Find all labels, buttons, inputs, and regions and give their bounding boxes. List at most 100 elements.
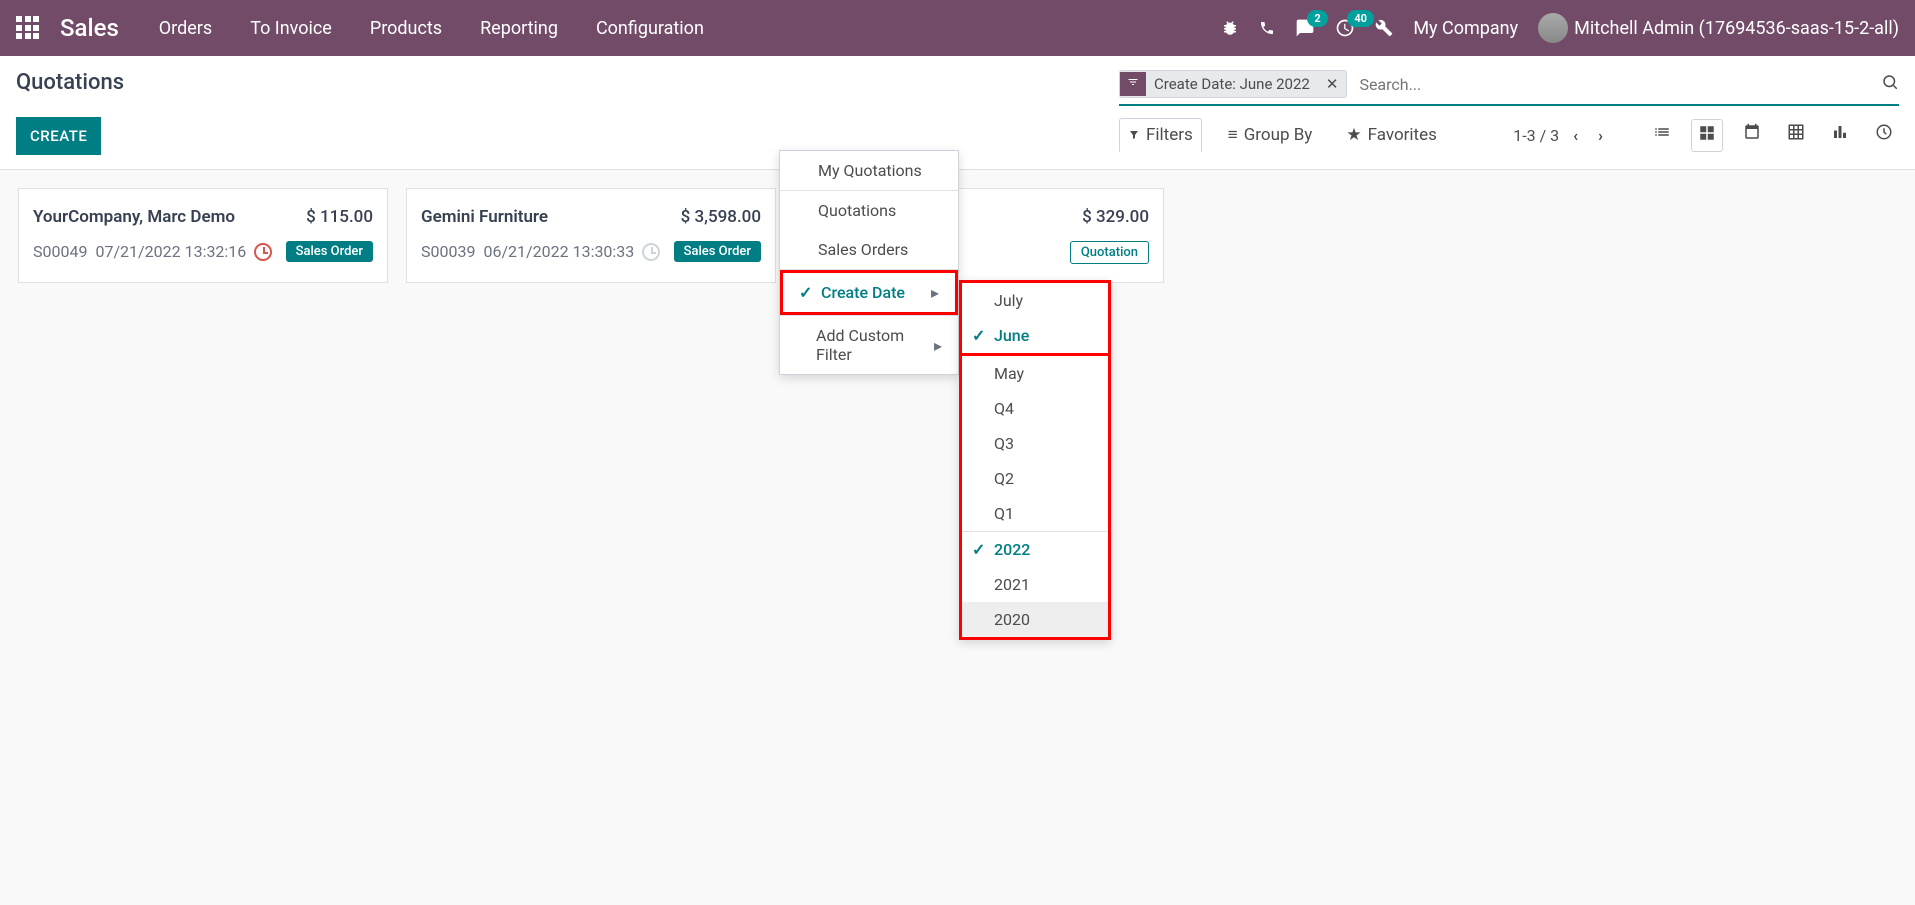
- view-switcher: [1647, 119, 1899, 152]
- check-icon: ✓: [972, 326, 986, 345]
- filters-dropdown-button[interactable]: Filters: [1119, 118, 1202, 152]
- groupby-dropdown-button[interactable]: ≡ Group By: [1220, 119, 1321, 151]
- quarter-label: Q2: [994, 469, 1014, 488]
- phone-icon[interactable]: [1259, 20, 1275, 36]
- graph-view-icon[interactable]: [1825, 119, 1855, 152]
- filter-label: Quotations: [818, 201, 896, 220]
- card-date: 07/21/2022 13:32:16: [95, 242, 246, 261]
- filter-tag-text: Create Date: June 2022: [1146, 71, 1318, 97]
- control-row: Filters ≡ Group By ★ Favorites 1-3 / 3 ‹…: [1119, 118, 1899, 152]
- clock-icon: [254, 243, 272, 261]
- year-label: 2022: [994, 540, 1030, 559]
- month-june[interactable]: ✓ June: [962, 318, 1108, 356]
- month-label: July: [994, 291, 1023, 310]
- month-label: May: [994, 364, 1024, 383]
- search-icon[interactable]: [1881, 73, 1899, 96]
- nav-right: 2 40 My Company Mitchell Admin (17694536…: [1221, 13, 1899, 43]
- filter-label: Sales Orders: [818, 240, 908, 259]
- calendar-view-icon[interactable]: [1737, 119, 1767, 152]
- apps-icon[interactable]: [16, 16, 40, 40]
- quarter-q1[interactable]: Q1: [962, 496, 1108, 531]
- quarter-q4[interactable]: Q4: [962, 391, 1108, 426]
- filter-create-date[interactable]: ✓ Create Date ▸: [780, 270, 958, 315]
- list-view-icon[interactable]: [1647, 119, 1677, 152]
- filter-icon: [1120, 72, 1146, 96]
- app-title: Sales: [60, 14, 119, 42]
- status-tag: Sales Order: [674, 241, 761, 262]
- month-may[interactable]: May: [962, 356, 1108, 391]
- kanban-card[interactable]: YourCompany, Marc Demo $ 115.00 S00049 0…: [18, 188, 388, 283]
- card-customer: Gemini Furniture: [421, 207, 548, 227]
- year-2020[interactable]: 2020: [962, 602, 1108, 637]
- activity-view-icon[interactable]: [1869, 119, 1899, 152]
- pager-text: 1-3 / 3: [1513, 126, 1559, 145]
- filter-add-custom[interactable]: Add Custom Filter ▸: [780, 316, 958, 374]
- check-icon: ✓: [799, 283, 813, 302]
- quarter-label: Q1: [994, 504, 1014, 523]
- year-2022[interactable]: ✓ 2022: [962, 532, 1108, 567]
- card-date: 06/21/2022 13:30:33: [483, 242, 634, 261]
- groupby-label: Group By: [1244, 125, 1313, 145]
- chat-badge: 2: [1307, 10, 1327, 27]
- nav-menu: Orders To Invoice Products Reporting Con…: [159, 18, 704, 39]
- create-date-submenu: July ✓ June May Q4 Q3 Q2 Q1 ✓ 2022 2021 …: [959, 280, 1111, 640]
- avatar: [1538, 13, 1568, 43]
- kanban-view-icon[interactable]: [1691, 119, 1723, 152]
- filter-sales-orders[interactable]: Sales Orders: [780, 230, 958, 269]
- create-button[interactable]: CREATE: [16, 117, 101, 155]
- favorites-dropdown-button[interactable]: ★ Favorites: [1338, 119, 1445, 151]
- year-label: 2020: [994, 610, 1030, 629]
- filters-label: Filters: [1146, 125, 1193, 145]
- filter-tag: Create Date: June 2022 ✕: [1119, 70, 1347, 98]
- user-name: Mitchell Admin (17694536-saas-15-2-all): [1574, 18, 1899, 39]
- nav-to-invoice[interactable]: To Invoice: [250, 18, 332, 39]
- quarter-label: Q3: [994, 434, 1014, 453]
- card-customer: YourCompany, Marc Demo: [33, 207, 235, 227]
- filters-dropdown-menu: My Quotations Quotations Sales Orders ✓ …: [779, 150, 959, 375]
- check-icon: ✓: [972, 540, 986, 559]
- nav-reporting[interactable]: Reporting: [480, 18, 558, 39]
- filter-label: Add Custom Filter: [816, 326, 926, 364]
- filter-label: Create Date: [821, 283, 905, 302]
- status-tag: Sales Order: [286, 241, 373, 262]
- activity-icon[interactable]: 40: [1335, 18, 1355, 38]
- nav-configuration[interactable]: Configuration: [596, 18, 704, 39]
- quarter-q3[interactable]: Q3: [962, 426, 1108, 461]
- page-title: Quotations: [16, 70, 1119, 95]
- nav-products[interactable]: Products: [370, 18, 442, 39]
- pager-prev[interactable]: ‹: [1573, 126, 1578, 145]
- top-navbar: Sales Orders To Invoice Products Reporti…: [0, 0, 1915, 56]
- star-icon: ★: [1346, 125, 1361, 145]
- filter-my-quotations[interactable]: My Quotations: [780, 151, 958, 190]
- year-2021[interactable]: 2021: [962, 567, 1108, 602]
- pivot-view-icon[interactable]: [1781, 119, 1811, 152]
- quarter-q2[interactable]: Q2: [962, 461, 1108, 496]
- chevron-right-icon: ▸: [934, 336, 942, 355]
- chevron-right-icon: ▸: [931, 283, 939, 302]
- filter-tag-close[interactable]: ✕: [1318, 71, 1347, 97]
- kanban-card[interactable]: Gemini Furniture $ 3,598.00 S00039 06/21…: [406, 188, 776, 283]
- card-ref: S00049: [33, 242, 87, 261]
- status-tag: Quotation: [1070, 241, 1149, 264]
- user-menu[interactable]: Mitchell Admin (17694536-saas-15-2-all): [1538, 13, 1899, 43]
- activity-badge: 40: [1347, 10, 1374, 27]
- pager-next[interactable]: ›: [1598, 126, 1603, 145]
- chat-icon[interactable]: 2: [1295, 18, 1315, 38]
- month-july[interactable]: July: [962, 283, 1108, 318]
- card-amount: $ 3,598.00: [681, 207, 761, 227]
- card-ref: S00039: [421, 242, 475, 261]
- search-bar: Create Date: June 2022 ✕: [1119, 70, 1899, 106]
- year-label: 2021: [994, 575, 1030, 594]
- bug-icon[interactable]: [1221, 19, 1239, 37]
- pager: 1-3 / 3 ‹ ›: [1513, 119, 1899, 152]
- search-input[interactable]: [1359, 75, 1881, 94]
- company-selector[interactable]: My Company: [1413, 18, 1518, 39]
- tools-icon[interactable]: [1375, 19, 1393, 37]
- nav-orders[interactable]: Orders: [159, 18, 212, 39]
- favorites-label: Favorites: [1368, 125, 1437, 145]
- card-amount: $ 329.00: [1082, 207, 1149, 227]
- filter-quotations[interactable]: Quotations: [780, 191, 958, 230]
- month-label: June: [994, 326, 1029, 345]
- clock-icon: [642, 243, 660, 261]
- filter-label: My Quotations: [818, 161, 922, 180]
